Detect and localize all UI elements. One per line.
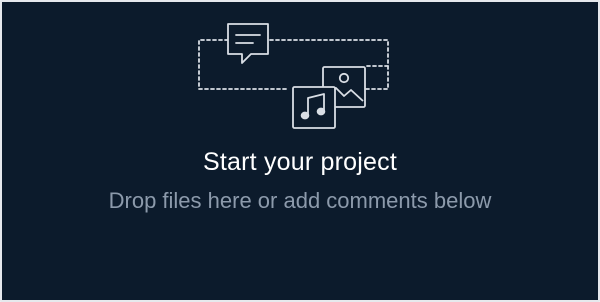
music-file-icon [292, 86, 336, 129]
window-frame: Start your project Drop files here or ad… [0, 0, 600, 302]
empty-state-illustration [2, 2, 598, 142]
file-drop-zone[interactable]: Start your project Drop files here or ad… [2, 2, 598, 300]
empty-state-subtitle: Drop files here or add comments below [108, 188, 492, 213]
comment-icon [227, 23, 269, 64]
empty-state-title: Start your project [203, 148, 397, 176]
